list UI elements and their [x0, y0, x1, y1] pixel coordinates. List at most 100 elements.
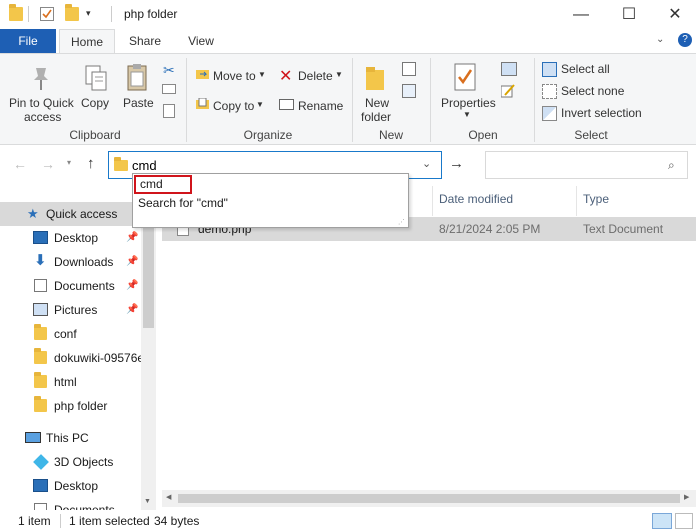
3d-objects-icon [33, 454, 49, 470]
chevron-down-icon[interactable]: ▼ [335, 70, 343, 79]
sidebar-item-3d-objects[interactable]: 3D Objects [0, 450, 141, 474]
scroll-down-icon[interactable]: ▼ [144, 498, 151, 505]
new-folder-button-2[interactable]: folder [361, 110, 391, 124]
column-type[interactable]: Type [583, 192, 609, 210]
sidebar-item-conf[interactable]: conf [0, 322, 141, 346]
copy-to-button[interactable]: Copy to [213, 99, 254, 113]
chevron-down-icon[interactable]: ⌄ [422, 157, 431, 170]
back-icon[interactable]: ← [13, 156, 27, 172]
tab-view[interactable]: View [177, 29, 225, 53]
new-folder-button[interactable]: New [365, 96, 389, 110]
address-input[interactable] [132, 157, 422, 173]
copy-button[interactable]: Copy [81, 96, 109, 110]
sidebar-item-downloads[interactable]: ⬇ Downloads 📌 [0, 250, 141, 274]
pin-icon: 📌 [126, 304, 139, 315]
move-to-button[interactable]: Move to [213, 69, 256, 83]
chevron-down-icon[interactable]: ▼ [258, 70, 266, 79]
column-date-modified[interactable]: Date modified [439, 192, 513, 210]
divider [430, 58, 431, 142]
pin-to-quick-access-label[interactable]: Pin to Quick [9, 96, 74, 110]
forward-icon[interactable]: → [41, 156, 55, 172]
sidebar-item-desktop[interactable]: Desktop 📌 [0, 226, 141, 250]
folder-icon [34, 324, 47, 340]
delete-icon: ✕ [279, 68, 293, 85]
sidebar-item-php-folder[interactable]: php folder [0, 394, 141, 418]
scroll-right-icon[interactable]: ▶ [684, 493, 689, 501]
status-selected: 1 item selected [69, 514, 150, 528]
autocomplete-item-search[interactable]: Search for "cmd" [138, 196, 228, 210]
move-to-icon [196, 68, 209, 79]
search-box[interactable]: ⌕ [485, 151, 688, 179]
properties-icon[interactable] [40, 7, 54, 21]
clipboard-group-label: Clipboard [69, 128, 121, 142]
pin-icon: 📌 [126, 256, 139, 267]
select-none-icon [542, 84, 557, 99]
folder-icon [114, 157, 128, 171]
paste-button[interactable]: Paste [123, 96, 154, 110]
pin-icon: 📌 [126, 232, 139, 243]
scroll-left-icon[interactable]: ◀ [166, 493, 171, 501]
maximize-button[interactable]: ☐ [606, 0, 652, 29]
tab-file[interactable]: File [0, 29, 56, 53]
details-view-icon[interactable] [652, 513, 672, 529]
chevron-down-icon[interactable]: ▼ [463, 110, 471, 119]
go-icon[interactable]: → [449, 155, 464, 172]
delete-button[interactable]: Delete [298, 69, 333, 83]
organize-group-label: Organize [243, 128, 293, 142]
copy-path-icon[interactable] [162, 84, 176, 94]
edit-icon[interactable] [500, 84, 515, 98]
paste-shortcut-icon[interactable] [163, 104, 175, 118]
sidebar-item-pictures[interactable]: Pictures 📌 [0, 298, 141, 322]
window-title: php folder [124, 7, 178, 21]
invert-selection-icon [542, 106, 557, 121]
sidebar-item-quick-access[interactable]: ★ Quick access [0, 202, 141, 226]
easy-access-icon[interactable] [402, 84, 416, 98]
cut-icon[interactable]: ✂ [163, 62, 175, 79]
customize-quick-access-icon[interactable]: ▾ [86, 8, 91, 19]
pin-icon [30, 66, 52, 95]
file-type: Text Document [583, 222, 664, 236]
tab-home[interactable]: Home [59, 29, 115, 54]
properties-button[interactable]: Properties [441, 96, 496, 110]
recent-locations-icon[interactable]: ▾ [67, 158, 71, 167]
select-group-label: Select [574, 128, 608, 142]
pin-icon: 📌 [126, 280, 139, 291]
column-divider [576, 186, 577, 216]
folder-icon [34, 396, 47, 412]
tab-share[interactable]: Share [121, 29, 169, 53]
help-icon[interactable]: ? [678, 33, 692, 47]
select-none-button[interactable]: Select none [561, 84, 624, 98]
sidebar-item-html[interactable]: html [0, 370, 141, 394]
horizontal-scrollbar-thumb[interactable] [178, 494, 680, 503]
autocomplete-item-cmd[interactable]: cmd [134, 175, 192, 194]
pin-to-quick-access-label-2[interactable]: access [24, 110, 61, 124]
up-icon[interactable]: ↑ [87, 155, 95, 172]
computer-icon [25, 432, 41, 443]
new-folder-icon[interactable] [65, 4, 79, 21]
ribbon-tabs: File Home Share View ⌄ ? [0, 29, 696, 54]
sidebar-item-documents[interactable]: Documents 📌 [0, 274, 141, 298]
chevron-down-icon[interactable]: ▼ [256, 100, 264, 109]
properties-icon [453, 62, 477, 95]
title-bar: ▾ php folder — ☐ ✕ [0, 0, 696, 29]
sidebar-item-documents-pc[interactable]: Documents [0, 498, 141, 510]
search-icon: ⌕ [668, 158, 675, 172]
chevron-down-icon[interactable]: ⌄ [656, 34, 664, 45]
close-button[interactable]: ✕ [652, 0, 696, 29]
new-item-icon[interactable] [402, 62, 416, 76]
rename-button[interactable]: Rename [298, 99, 343, 113]
invert-selection-button[interactable]: Invert selection [561, 106, 642, 120]
column-divider [432, 186, 433, 216]
sidebar-item-this-pc[interactable]: This PC [0, 426, 141, 450]
minimize-button[interactable]: — [558, 0, 604, 29]
open-icon[interactable] [501, 62, 517, 76]
resize-grip-icon[interactable]: ⋰ [398, 218, 405, 226]
new-folder-icon [364, 64, 386, 95]
large-icons-view-icon[interactable] [675, 513, 693, 529]
folder-icon [9, 4, 23, 21]
sidebar-item-dokuwiki[interactable]: dokuwiki-09576e [0, 346, 141, 370]
sidebar-item-desktop-pc[interactable]: Desktop [0, 474, 141, 498]
select-all-button[interactable]: Select all [561, 62, 610, 76]
divider [111, 6, 112, 22]
desktop-icon [33, 231, 48, 244]
